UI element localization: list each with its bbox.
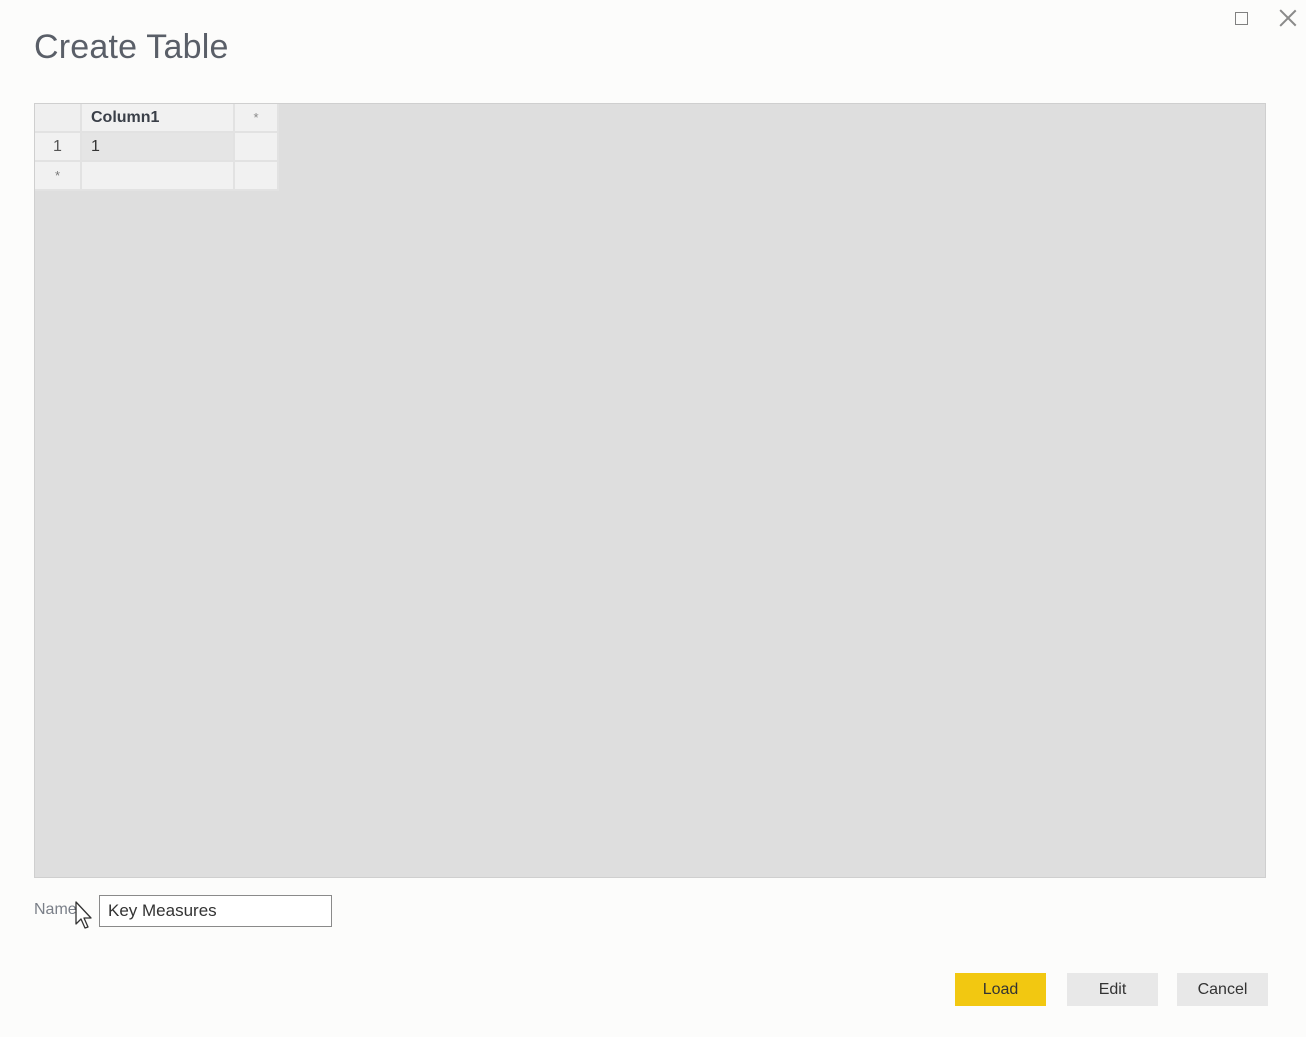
empty-cell[interactable]	[235, 133, 279, 162]
table-row: 1 1	[35, 133, 279, 162]
new-row-cell[interactable]	[82, 162, 235, 191]
cancel-button[interactable]: Cancel	[1177, 973, 1268, 1006]
maximize-button[interactable]	[1228, 6, 1254, 30]
empty-cell[interactable]	[235, 162, 279, 191]
name-label: Name	[34, 901, 77, 918]
new-row: *	[35, 162, 279, 191]
dialog-title: Create Table	[34, 28, 229, 66]
table-name-input[interactable]	[99, 895, 332, 927]
column-header[interactable]: Column1	[82, 104, 235, 133]
close-button[interactable]	[1275, 6, 1301, 30]
edit-button[interactable]: Edit	[1067, 973, 1158, 1006]
table-editor-grid[interactable]: Column1 * 1 1 *	[34, 103, 1266, 878]
close-icon	[1279, 9, 1297, 27]
header-row: Column1 *	[35, 104, 279, 133]
row-number[interactable]: 1	[35, 133, 82, 162]
maximize-icon	[1234, 11, 1248, 25]
add-row-button[interactable]: *	[35, 162, 82, 191]
load-button[interactable]: Load	[955, 973, 1046, 1006]
data-table: Column1 * 1 1 *	[35, 104, 279, 191]
mouse-pointer-icon	[75, 901, 92, 929]
corner-cell[interactable]	[35, 104, 82, 133]
table-cell[interactable]: 1	[82, 133, 235, 162]
add-column-button[interactable]: *	[235, 104, 279, 133]
